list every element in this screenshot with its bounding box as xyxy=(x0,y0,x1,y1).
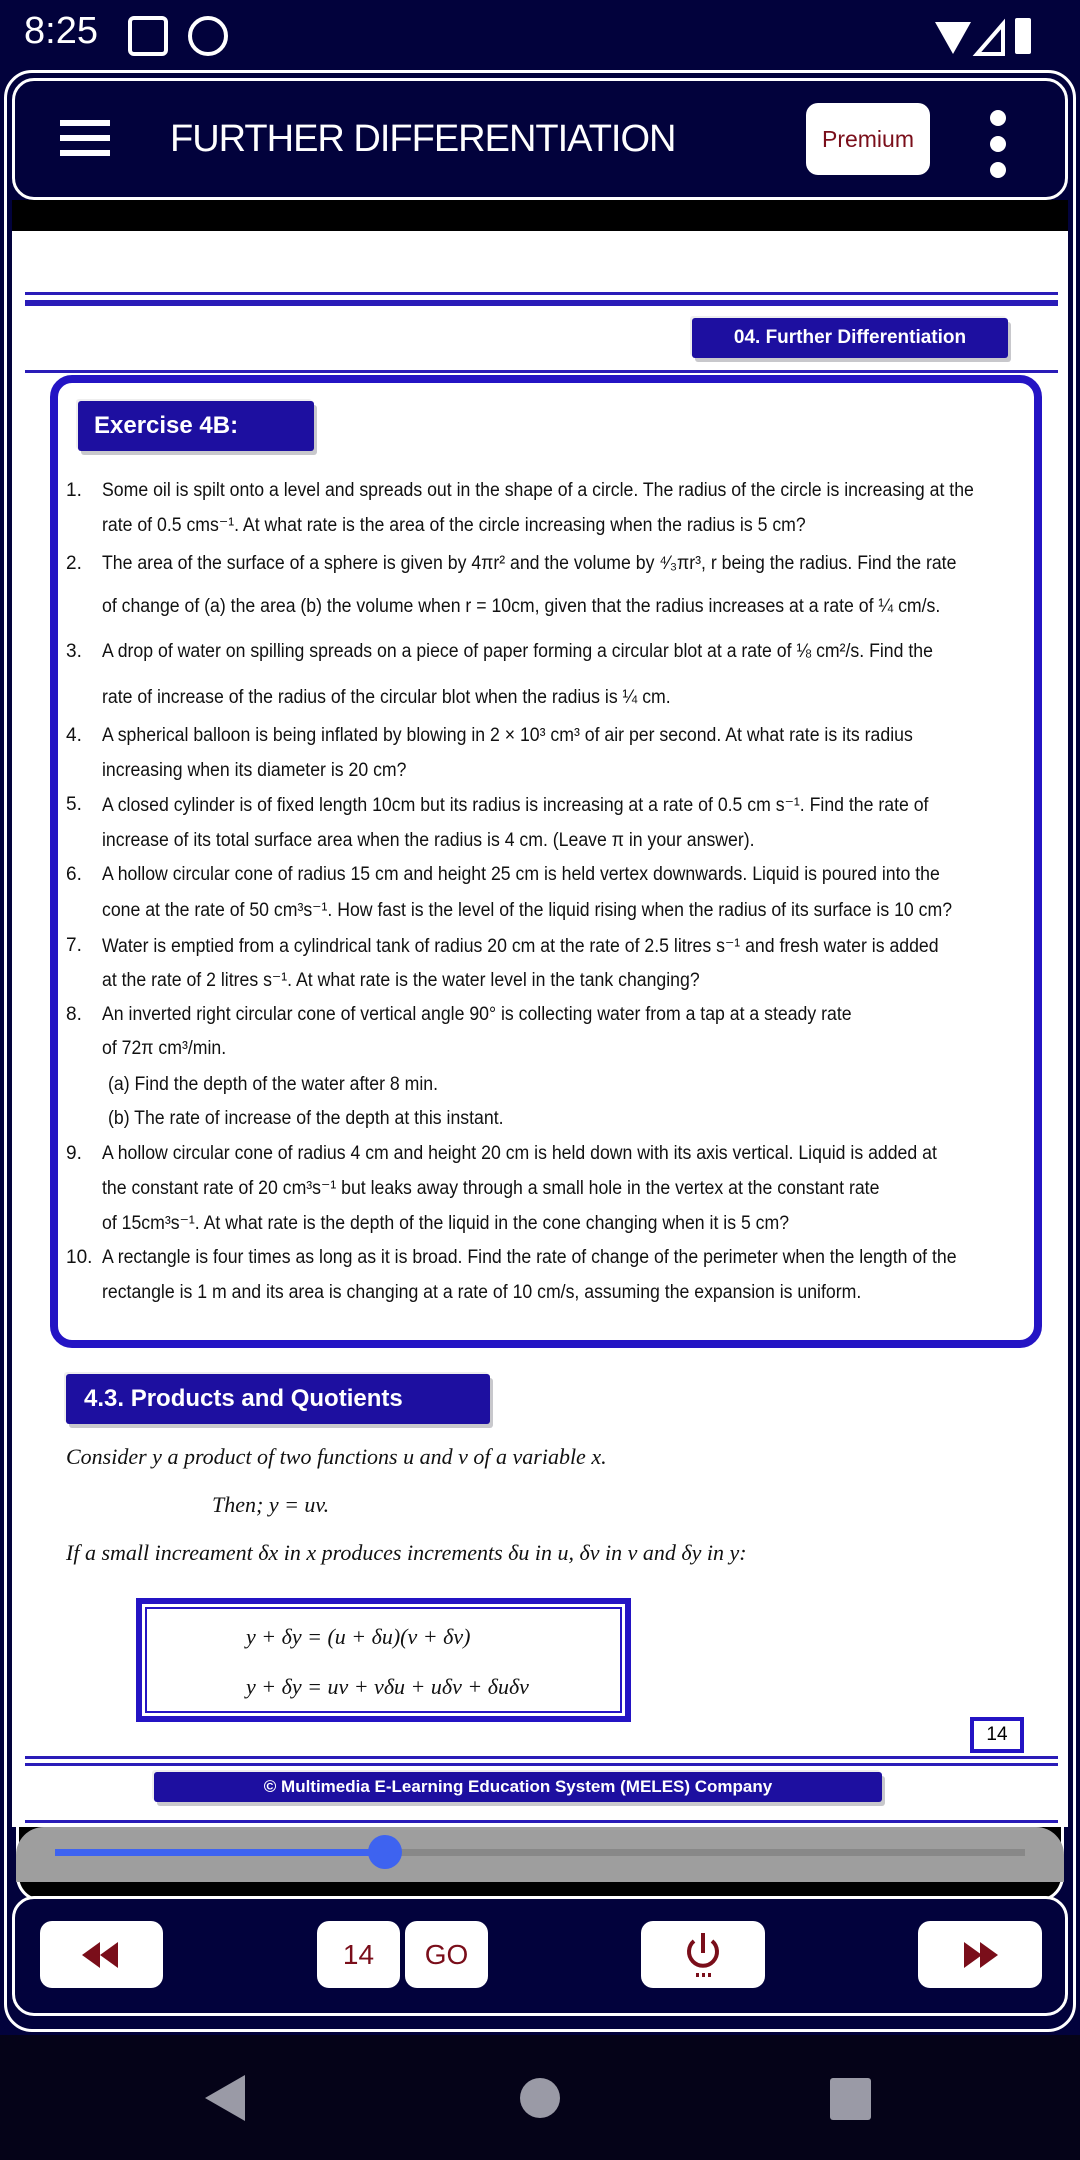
exercise-line: increase of its total surface area when … xyxy=(102,830,755,851)
formula: y + δy = (u + δu)(v + δv) xyxy=(246,1624,471,1649)
hamburger-menu-icon[interactable] xyxy=(60,120,110,156)
divider xyxy=(25,1820,1058,1823)
paragraph: Consider y a product of two functions u … xyxy=(66,1444,607,1469)
exercise-line: of 72π cm³/min. xyxy=(102,1038,227,1059)
item-number: 8. xyxy=(66,1004,82,1025)
divider-strip xyxy=(12,200,1068,231)
power-icon xyxy=(687,1932,719,1977)
premium-button[interactable]: Premium xyxy=(806,103,930,175)
exercise-line: of 15cm³s⁻¹. At what rate is the depth o… xyxy=(102,1213,790,1234)
item-number: 4. xyxy=(66,725,82,746)
next-page-button[interactable] xyxy=(918,1921,1042,1988)
exercise-line: (a) Find the depth of the water after 8 … xyxy=(108,1074,439,1095)
app-notification-icon xyxy=(188,16,228,56)
bottom-toolbar xyxy=(12,1896,1068,2016)
exercise-line: A drop of water on spilling spreads on a… xyxy=(102,641,933,662)
wifi-signal-battery-icon xyxy=(935,18,1031,56)
paragraph: If a small increament δx in x produces i… xyxy=(66,1540,747,1565)
page-slider-thumb[interactable] xyxy=(367,1835,402,1869)
exercise-line: A rectangle is four times as long as it … xyxy=(102,1247,957,1268)
exercise-line: increasing when its diameter is 20 cm? xyxy=(102,760,407,781)
divider xyxy=(25,1763,1058,1766)
item-number: 9. xyxy=(66,1143,82,1164)
more-options-icon[interactable] xyxy=(990,110,1010,188)
exercise-line: of change of (a) the area (b) the volume… xyxy=(102,596,941,617)
exercise-line: Some oil is spilt onto a level and sprea… xyxy=(102,480,974,501)
exercise-line: A hollow circular cone of radius 15 cm a… xyxy=(102,864,940,885)
divider xyxy=(25,292,1058,295)
power-button[interactable] xyxy=(641,1921,765,1988)
recents-icon[interactable] xyxy=(830,2078,871,2120)
item-number: 10. xyxy=(66,1247,93,1268)
exercise-line: the constant rate of 20 cm³s⁻¹ but leaks… xyxy=(102,1178,880,1199)
status-bar: 8:25 xyxy=(0,0,1080,75)
item-number: 5. xyxy=(66,794,82,815)
item-number: 1. xyxy=(66,480,82,501)
exercise-line: A hollow circular cone of radius 4 cm an… xyxy=(102,1143,937,1164)
exercise-line: rectangle is 1 m and its area is changin… xyxy=(102,1282,862,1303)
page-title: FURTHER DIFFERENTIATION xyxy=(170,118,676,160)
page-number: 14 xyxy=(970,1717,1024,1753)
exercise-line: rate of 0.5 cms⁻¹. At what rate is the a… xyxy=(102,515,806,536)
exercise-line: rate of increase of the radius of the ci… xyxy=(102,687,671,708)
home-icon[interactable] xyxy=(520,2078,560,2118)
go-button[interactable]: GO xyxy=(405,1921,488,1988)
exercise-line: A spherical balloon is being inflated by… xyxy=(102,725,913,746)
clock: 8:25 xyxy=(24,10,98,52)
copyright-bar: © Multimedia E-Learning Education System… xyxy=(154,1772,882,1802)
section-title: 4.3. Products and Quotients xyxy=(66,1374,490,1424)
item-number: 7. xyxy=(66,935,82,956)
previous-page-button[interactable] xyxy=(40,1921,163,1988)
system-navigation-bar xyxy=(0,2035,1080,2160)
page-number-input[interactable]: 14 xyxy=(317,1921,400,1988)
paragraph: Then; y = uv. xyxy=(212,1492,330,1517)
chapter-label: 04. Further Differentiation xyxy=(692,318,1008,358)
item-number: 3. xyxy=(66,641,82,662)
divider xyxy=(25,300,1058,306)
divider xyxy=(25,1756,1058,1759)
item-number: 6. xyxy=(66,864,82,885)
page-slider-fill xyxy=(55,1849,385,1856)
exercise-line: (b) The rate of increase of the depth at… xyxy=(108,1108,504,1129)
back-icon[interactable] xyxy=(205,2075,245,2121)
exercise-line: An inverted right circular cone of verti… xyxy=(102,1004,852,1025)
exercise-line: The area of the surface of a sphere is g… xyxy=(102,553,957,574)
item-number: 2. xyxy=(66,553,82,574)
exercise-line: Water is emptied from a cylindrical tank… xyxy=(102,936,939,957)
formula: y + δy = uv + vδu + uδv + δuδv xyxy=(246,1674,529,1699)
exercise-line: cone at the rate of 50 cm³s⁻¹. How fast … xyxy=(102,900,953,921)
divider xyxy=(25,370,1058,373)
exercise-line: A closed cylinder is of fixed length 10c… xyxy=(102,795,929,816)
exercise-line: at the rate of 2 litres s⁻¹. At what rat… xyxy=(102,970,700,991)
gmail-icon xyxy=(128,16,168,56)
rewind-icon xyxy=(81,1941,118,1968)
fast-forward-icon xyxy=(964,1941,998,1968)
formula-box: y + δy = (u + δu)(v + δv) y + δy = uv + … xyxy=(136,1598,631,1722)
exercise-title: Exercise 4B: xyxy=(78,401,314,451)
